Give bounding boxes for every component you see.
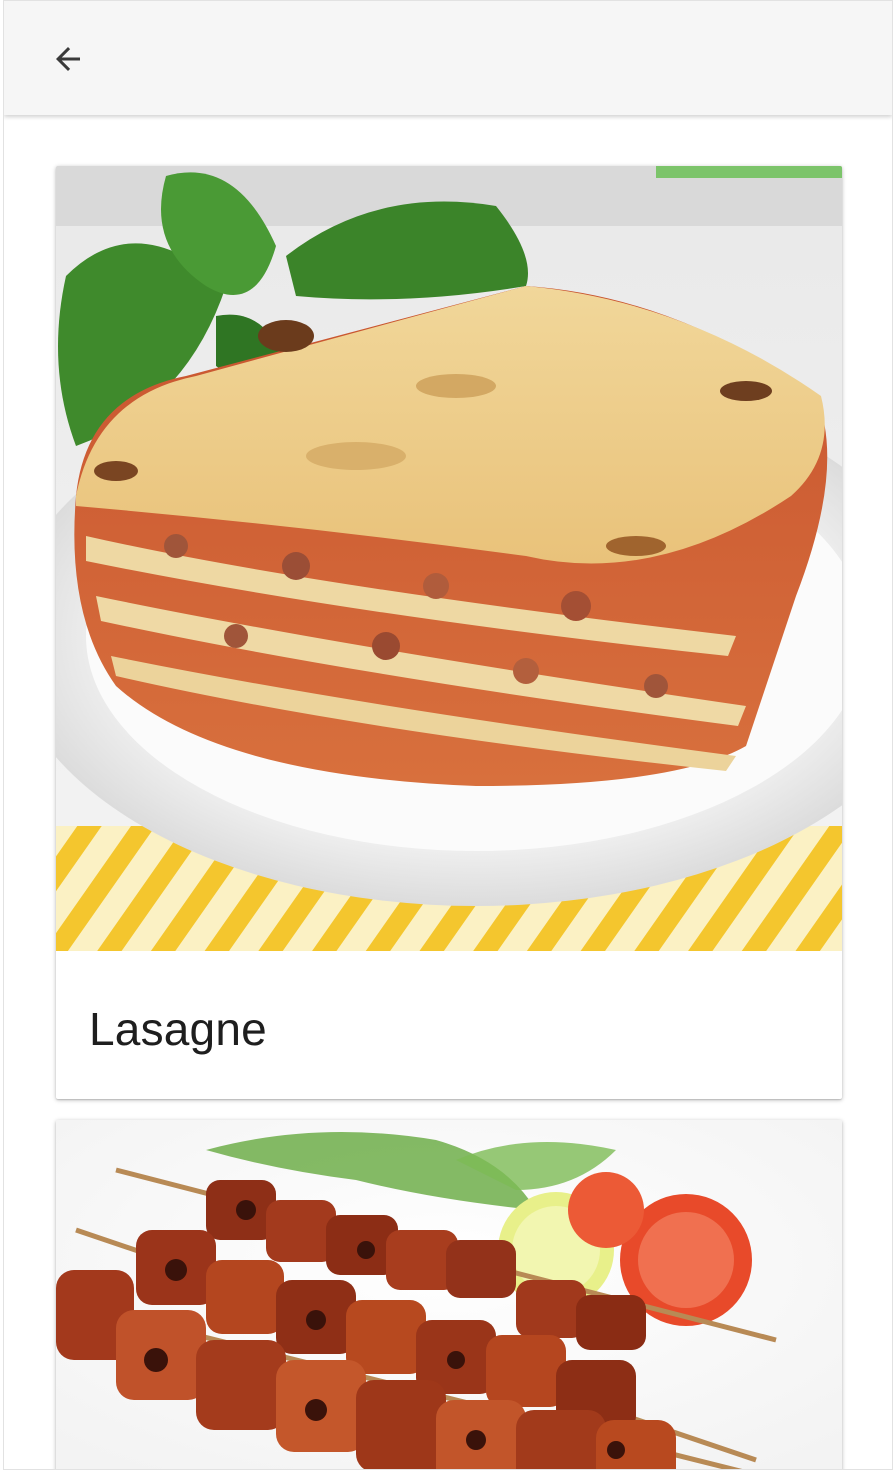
back-button[interactable] bbox=[40, 31, 96, 87]
app-screen: Lasagne bbox=[3, 0, 893, 1470]
recipe-list: Lasagne bbox=[4, 114, 892, 1469]
recipe-title: Lasagne bbox=[89, 1003, 267, 1055]
recipe-card-lasagne[interactable]: Lasagne bbox=[56, 166, 842, 1099]
app-bar bbox=[4, 0, 892, 115]
arrow-back-icon bbox=[56, 47, 80, 71]
recipe-image-lasagne bbox=[56, 166, 842, 951]
recipe-card-kebab[interactable] bbox=[56, 1120, 842, 1469]
recipe-image-kebab bbox=[56, 1120, 842, 1469]
